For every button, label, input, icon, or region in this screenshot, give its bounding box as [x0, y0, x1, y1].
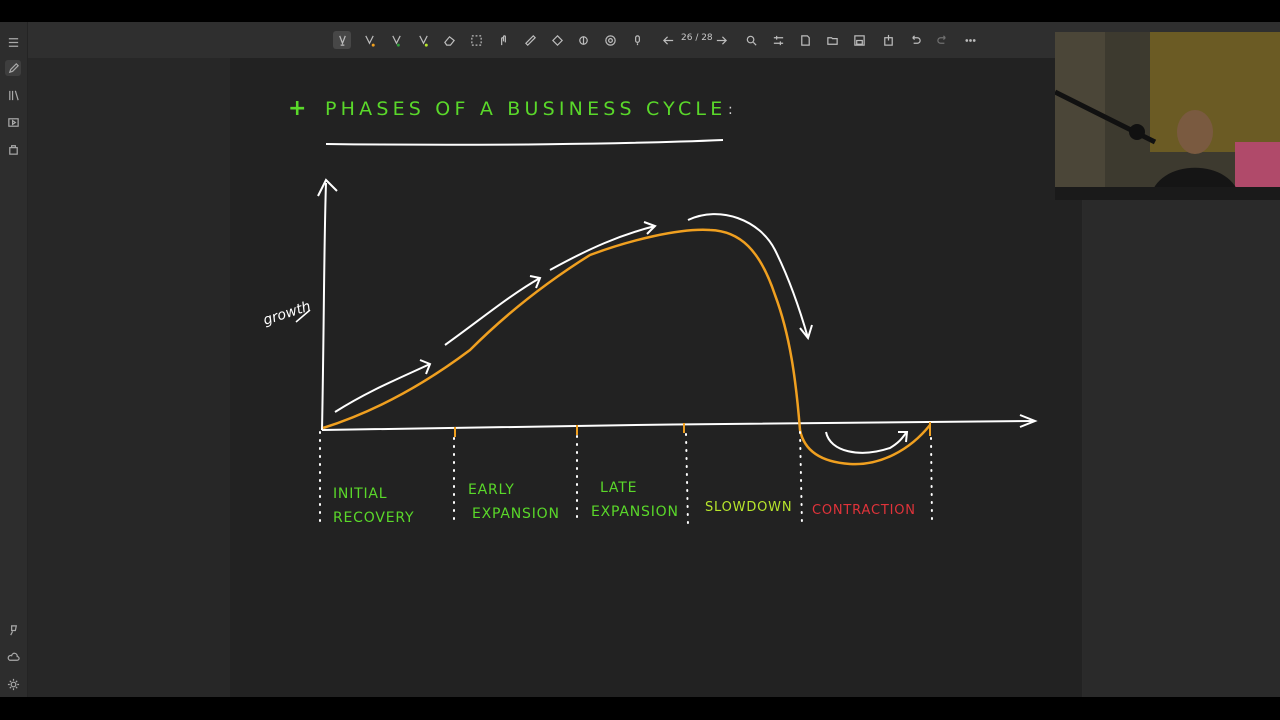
- phase-divider-4: [799, 431, 803, 526]
- y-axis: [321, 182, 327, 431]
- pen-yellow-icon[interactable]: [414, 31, 432, 49]
- pencil-icon[interactable]: [5, 60, 21, 76]
- title-plus: +: [288, 96, 306, 121]
- phase-label-initial-line2: RECOVERY: [333, 510, 414, 526]
- share-icon[interactable]: [879, 31, 897, 49]
- cloud-icon[interactable]: [5, 649, 21, 665]
- phase-divider-5: [930, 437, 933, 521]
- pen-green-icon[interactable]: [387, 31, 405, 49]
- page-indicator: 26 / 28: [681, 33, 713, 43]
- redo-icon[interactable]: [933, 31, 951, 49]
- trend-arrow-5: [825, 431, 907, 454]
- settings-icon[interactable]: [5, 676, 21, 692]
- pin-icon[interactable]: [5, 622, 21, 638]
- phase-label-early-line2: EXPANSION: [472, 506, 560, 522]
- phase-label-initial-line1: INITIAL: [333, 486, 387, 502]
- bag-icon[interactable]: [5, 141, 21, 157]
- undo-icon[interactable]: [906, 31, 924, 49]
- adjust-icon[interactable]: [769, 31, 787, 49]
- save-icon[interactable]: [850, 31, 868, 49]
- library-icon[interactable]: [5, 87, 21, 103]
- eraser-icon[interactable]: [440, 31, 458, 49]
- phase-divider-3: [685, 433, 689, 526]
- more-icon[interactable]: [961, 31, 979, 49]
- prev-page-icon[interactable]: [659, 31, 677, 49]
- ruler-icon[interactable]: [521, 31, 539, 49]
- zoom-icon[interactable]: [742, 31, 760, 49]
- title-underline: [325, 139, 724, 146]
- touch-icon[interactable]: [574, 31, 592, 49]
- slide-title: PHASES OF A BUSINESS CYCLE: [325, 98, 726, 120]
- webcam-overlay: [1055, 32, 1280, 200]
- lasso-pen-icon[interactable]: [333, 31, 351, 49]
- title-colon: :: [728, 102, 733, 118]
- next-page-icon[interactable]: [712, 31, 730, 49]
- media-icon[interactable]: [5, 114, 21, 130]
- phase-label-early-line1: EARLY: [468, 482, 515, 498]
- pen-orange-icon[interactable]: [360, 31, 378, 49]
- phase-label-contraction: CONTRACTION: [812, 503, 916, 518]
- selection-icon[interactable]: [467, 31, 485, 49]
- shapes-icon[interactable]: [548, 31, 566, 49]
- phase-label-late-line1: LATE: [600, 480, 637, 496]
- phase-label-slowdown: SLOWDOWN: [705, 500, 792, 515]
- trend-arrow-2: [444, 277, 541, 346]
- stamp-icon[interactable]: [601, 31, 619, 49]
- notes-app: 26 / 28 + PHASES OF A BUSINESS CYCLE: g…: [0, 22, 1280, 697]
- left-margin: [28, 58, 230, 697]
- phase-label-late-line2: EXPANSION: [591, 504, 679, 520]
- business-cycle-drawing: + PHASES OF A BUSINESS CYCLE : growth IN…: [261, 96, 1038, 526]
- folder-icon[interactable]: [823, 31, 841, 49]
- mic-icon[interactable]: [628, 31, 646, 49]
- left-sidebar: [0, 22, 28, 697]
- new-page-icon[interactable]: [796, 31, 814, 49]
- menu-icon[interactable]: [5, 34, 21, 50]
- trend-arrow-3: [549, 225, 656, 271]
- hand-icon[interactable]: [494, 31, 512, 49]
- y-axis-arrowhead: [317, 178, 338, 197]
- trend-arrow-4: [687, 213, 809, 339]
